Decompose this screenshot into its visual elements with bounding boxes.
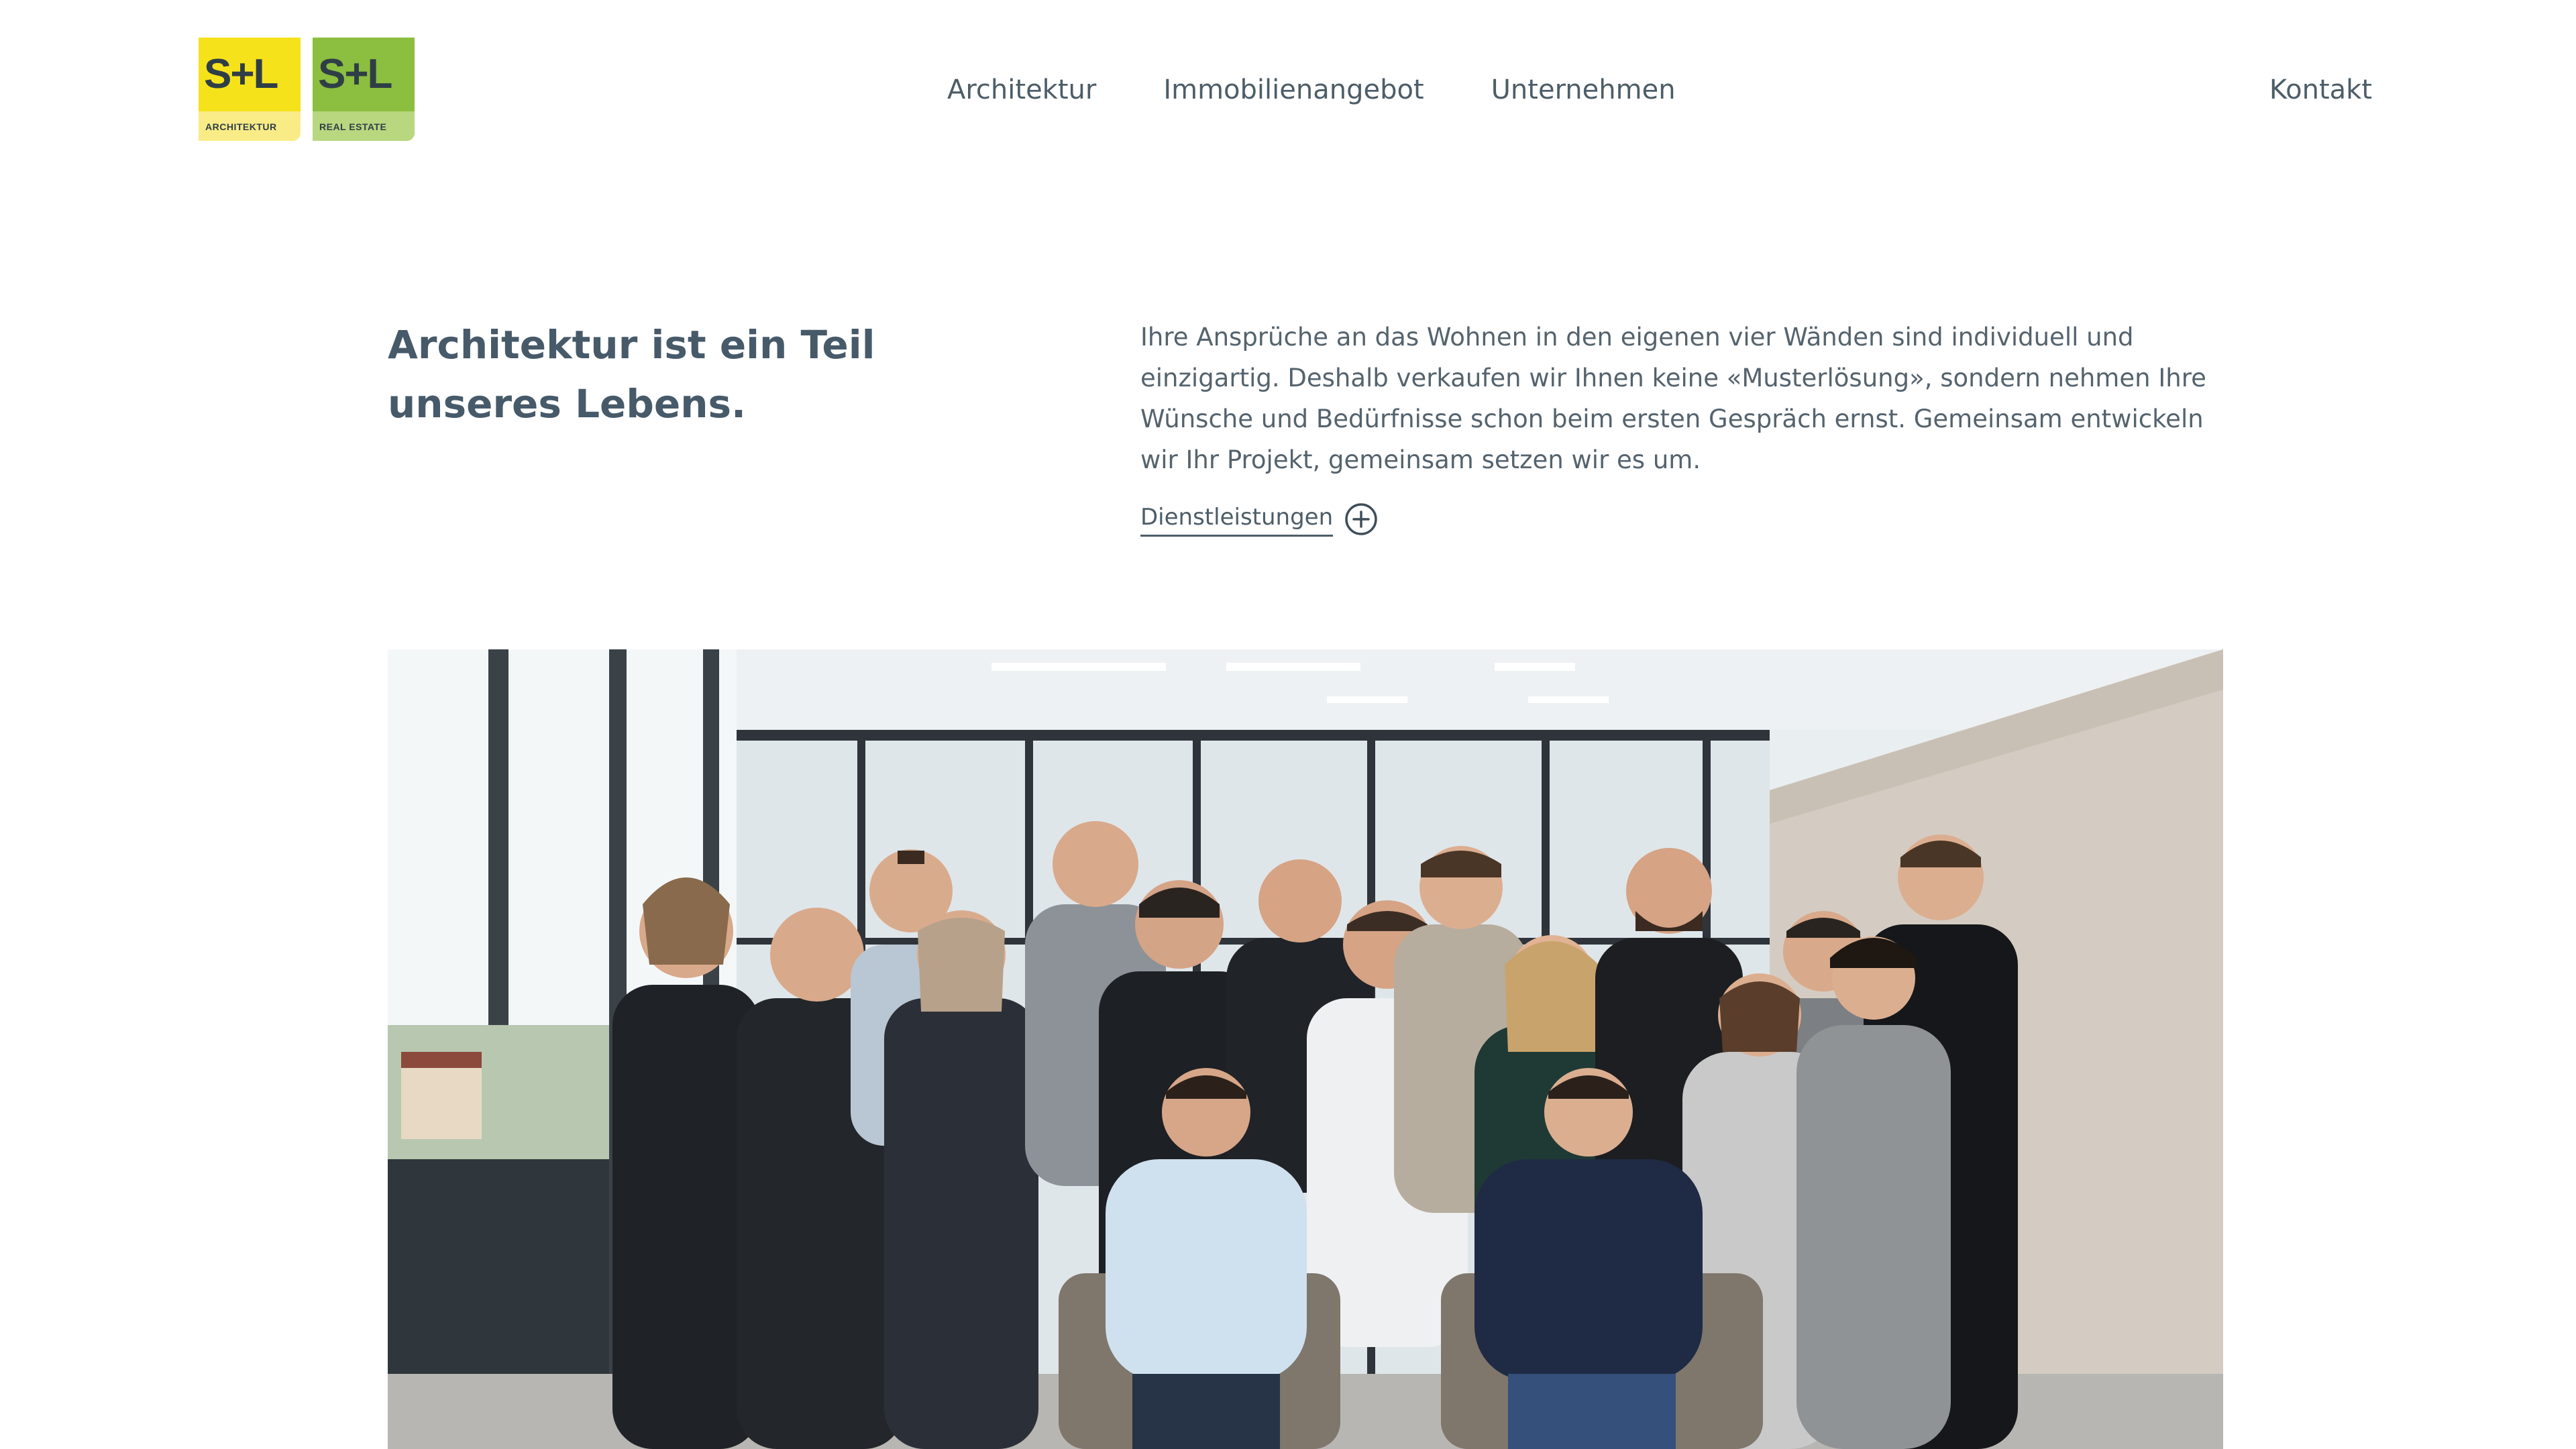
logo-mark: S+L <box>204 51 278 97</box>
team-photo <box>388 649 2223 1449</box>
services-link[interactable]: Dienstleistungen <box>1140 502 1379 537</box>
logo-subtitle: REAL ESTATE <box>319 121 387 132</box>
logo-mark: S+L <box>318 51 392 97</box>
main-navigation: Architektur Immobilienangebot Unternehme… <box>947 70 1676 110</box>
services-link-label: Dienstleistungen <box>1140 502 1334 537</box>
intro-paragraph: Ihre Ansprüche an das Wohnen in den eige… <box>1140 323 2206 474</box>
nav-item-kontakt[interactable]: Kontakt <box>2269 70 2372 110</box>
logo-real-estate: S+L REAL ESTATE <box>313 38 415 141</box>
nav-item-unternehmen[interactable]: Unternehmen <box>1491 70 1676 110</box>
logo-architektur: S+L ARCHITEKTUR <box>199 38 301 141</box>
brand-logo[interactable]: S+L ARCHITEKTUR S+L REAL ESTATE <box>199 38 415 141</box>
page: S+L ARCHITEKTUR S+L REAL ESTATE Architek… <box>0 0 2576 1449</box>
plus-circle-icon <box>1345 503 1377 535</box>
logo-subtitle: ARCHITEKTUR <box>205 121 277 132</box>
nav-item-immobilienangebot[interactable]: Immobilienangebot <box>1163 70 1424 110</box>
nav-item-architektur[interactable]: Architektur <box>947 70 1096 110</box>
page-headline: Architektur ist ein Teil unseres Lebens. <box>388 322 875 427</box>
